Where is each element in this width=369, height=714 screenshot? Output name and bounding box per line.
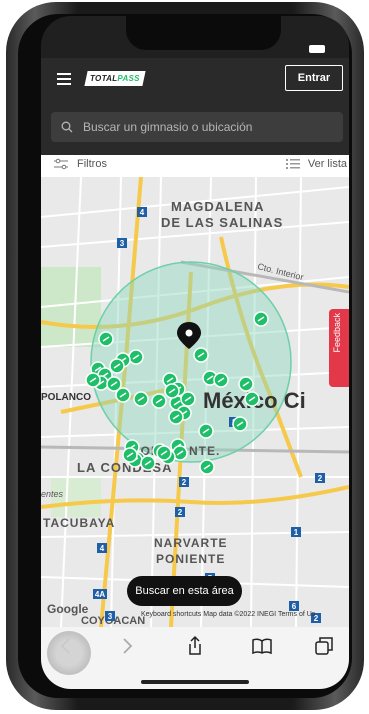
- shield-label: 4: [140, 208, 145, 217]
- shield-label: 4: [100, 544, 105, 553]
- label-poniente: PONIENTE: [156, 552, 225, 566]
- phone-screen: TOTALPASS Entrar Filtros Ver lista: [41, 16, 349, 689]
- totalpass-logo[interactable]: TOTALPASS: [84, 71, 146, 86]
- map-canvas: MAGDALENA DE LAS SALINAS POLANCO México …: [41, 177, 349, 627]
- touch-indicator: [47, 631, 91, 675]
- shield-label: 1: [294, 528, 299, 537]
- share-icon[interactable]: [184, 635, 206, 657]
- menu-icon[interactable]: [57, 73, 71, 85]
- app-header: TOTALPASS Entrar: [41, 58, 349, 100]
- sliders-icon: [54, 158, 68, 170]
- google-logo: Google: [47, 602, 89, 616]
- feedback-tab[interactable]: Feedback: [329, 309, 349, 387]
- label-salinas: DE LAS SALINAS: [161, 215, 283, 230]
- list-label: Ver lista: [307, 158, 347, 170]
- shield-label: 3: [108, 612, 113, 621]
- shield-label: 2: [182, 478, 187, 487]
- label-magdalena: MAGDALENA: [171, 199, 265, 214]
- label-entes: entes: [41, 489, 64, 499]
- label-condesa: LA CONDESA: [77, 460, 172, 475]
- map-view[interactable]: MAGDALENA DE LAS SALINAS POLANCO México …: [41, 177, 349, 627]
- shield-label: 2: [178, 508, 183, 517]
- home-indicator[interactable]: [141, 680, 249, 684]
- label-narvarte: NARVARTE: [154, 536, 228, 550]
- search-area-button[interactable]: Buscar en esta área: [127, 576, 242, 606]
- list-icon: [285, 159, 300, 169]
- label-polanco: POLANCO: [41, 392, 91, 403]
- tabs-icon[interactable]: [313, 635, 335, 657]
- search-input[interactable]: [81, 119, 335, 135]
- list-view-button[interactable]: Ver lista: [285, 158, 347, 170]
- shield-label: 3: [120, 239, 125, 248]
- logo-text-total: TOTAL: [90, 74, 118, 83]
- map-attribution[interactable]: Keyboard shortcuts Map data ©2022 INEGI …: [141, 611, 315, 618]
- bookmarks-icon[interactable]: [251, 635, 273, 657]
- filters-button[interactable]: Filtros: [54, 158, 107, 170]
- filters-label: Filtros: [77, 158, 107, 170]
- feedback-label: Feedback: [332, 313, 342, 353]
- label-nte: NTE.: [189, 444, 220, 458]
- search-icon: [61, 121, 73, 133]
- shield-label: 6: [292, 602, 297, 611]
- shield-label: 2: [318, 474, 323, 483]
- search-bar: [41, 100, 349, 155]
- battery-icon: [309, 45, 325, 53]
- label-tacubaya: TACUBAYA: [43, 516, 115, 530]
- filter-bar: Filtros Ver lista: [41, 155, 349, 177]
- notch: [126, 16, 281, 50]
- shield-label: 4A: [95, 590, 105, 599]
- enter-button[interactable]: Entrar: [285, 65, 343, 91]
- logo-text-pass: PASS: [117, 74, 140, 83]
- forward-icon[interactable]: [116, 635, 138, 657]
- search-field[interactable]: [51, 112, 343, 142]
